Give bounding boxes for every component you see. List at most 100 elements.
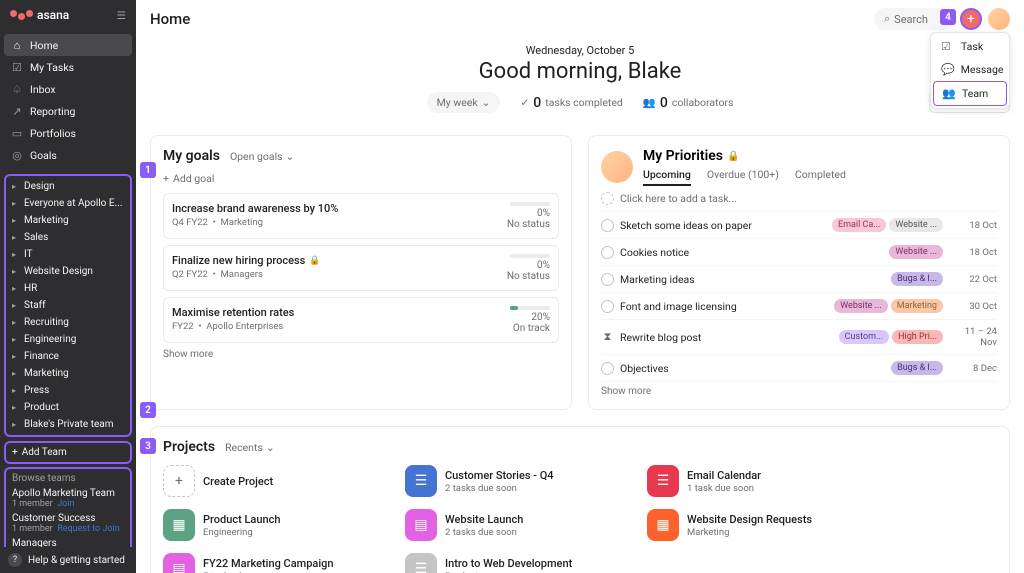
team-row[interactable]: ▸Website Design bbox=[6, 263, 130, 280]
team-row[interactable]: ▸ HR bbox=[6, 280, 130, 297]
nav-portfolios[interactable]: ▭Portfolios bbox=[0, 122, 136, 144]
task-checkbox[interactable] bbox=[601, 273, 614, 286]
browse-team-action[interactable]: Request to Join bbox=[57, 524, 119, 534]
team-row[interactable]: ▸Marketing bbox=[6, 365, 130, 382]
team-row[interactable]: ▸Staff bbox=[6, 297, 130, 314]
project-item[interactable]: ☰Customer Stories - Q42 tasks due soon bbox=[405, 465, 635, 497]
task-tag[interactable]: High Pri... bbox=[892, 330, 943, 344]
team-row[interactable]: ▸Engineering bbox=[6, 331, 130, 348]
team-row[interactable]: ▸Press bbox=[6, 382, 130, 399]
nav-inbox[interactable]: ♤Inbox bbox=[0, 78, 136, 100]
goal-status: On track bbox=[510, 323, 550, 334]
open-goals-dropdown[interactable]: Open goals⌄ bbox=[230, 150, 294, 163]
task-tag[interactable]: Bugs & I... bbox=[891, 361, 943, 375]
task-name[interactable]: Cookies notice bbox=[620, 246, 883, 259]
team-row[interactable]: ▸Product bbox=[6, 399, 130, 416]
browse-team-action[interactable]: Join bbox=[57, 499, 74, 509]
task-row[interactable]: Marketing ideasBugs & I...22 Oct bbox=[601, 266, 997, 293]
task-tag[interactable]: Custom... bbox=[839, 330, 889, 344]
create-message-item[interactable]: 💬Message bbox=[933, 58, 1007, 81]
add-team-button[interactable]: + Add Team bbox=[4, 441, 132, 464]
team-row[interactable]: ▸Design bbox=[6, 178, 130, 195]
goal-progress-bar bbox=[510, 306, 550, 310]
team-row[interactable]: ▸Everyone at Apollo E... bbox=[6, 195, 130, 212]
task-checkbox[interactable] bbox=[601, 300, 614, 313]
task-tag[interactable]: Bugs & I... bbox=[891, 272, 943, 286]
dd-label: Team bbox=[962, 87, 988, 100]
project-name: Website Launch bbox=[445, 513, 523, 526]
goals-show-more[interactable]: Show more bbox=[163, 349, 559, 360]
app-logo[interactable]: asana bbox=[10, 8, 69, 22]
browse-team-item[interactable]: Managers4 members Join bbox=[12, 538, 124, 547]
create-task-item[interactable]: ☑Task bbox=[933, 35, 1007, 58]
create-team-item[interactable]: 👥Team bbox=[933, 81, 1007, 106]
tab-upcoming[interactable]: Upcoming bbox=[643, 168, 691, 186]
task-checkbox[interactable] bbox=[601, 219, 614, 232]
task-tag[interactable]: Email Ca... bbox=[832, 218, 886, 232]
nav-home[interactable]: ⌂Home bbox=[4, 34, 132, 56]
task-name[interactable]: Marketing ideas bbox=[620, 273, 885, 286]
task-tags: Website ...Marketing bbox=[834, 299, 943, 313]
nav-goals[interactable]: ◎Goals bbox=[0, 144, 136, 166]
task-tags: Bugs & I... bbox=[891, 361, 943, 375]
recents-dropdown[interactable]: Recents⌄ bbox=[225, 441, 275, 454]
team-row[interactable]: ▸Marketing bbox=[6, 212, 130, 229]
task-name[interactable]: Font and image licensing bbox=[620, 300, 828, 313]
task-checkbox[interactable] bbox=[601, 192, 614, 205]
nav-mytasks[interactable]: ☑My Tasks bbox=[0, 56, 136, 78]
priorities-show-more[interactable]: Show more bbox=[601, 386, 997, 397]
team-row[interactable]: ▸Finance bbox=[6, 348, 130, 365]
project-item[interactable]: ☰Email Calendar1 task due soon bbox=[647, 465, 877, 497]
global-create-button[interactable]: + bbox=[960, 8, 982, 30]
team-row[interactable]: ▸Sales bbox=[6, 229, 130, 246]
goal-item[interactable]: Finalize new hiring process 🔒Q2 FY22 • M… bbox=[163, 245, 559, 291]
profile-avatar[interactable] bbox=[988, 8, 1010, 30]
browse-team-item[interactable]: Apollo Marketing Team1 member Join bbox=[12, 488, 124, 509]
task-tag[interactable]: Marketing bbox=[891, 299, 943, 313]
collapse-sidebar-icon[interactable]: ☰ bbox=[117, 9, 126, 22]
task-name[interactable]: Rewrite blog post bbox=[620, 331, 833, 344]
team-row[interactable]: ▸Recruiting bbox=[6, 314, 130, 331]
task-tag[interactable]: Website ... bbox=[834, 299, 888, 313]
task-name[interactable]: Objectives bbox=[620, 362, 885, 375]
chevron-right-icon: ▸ bbox=[12, 284, 20, 293]
project-item[interactable]: ▤FY22 Marketing Campaign5 tasks due soon bbox=[163, 553, 393, 573]
task-row[interactable]: ⧗Rewrite blog postCustom...High Pri...11… bbox=[601, 320, 997, 355]
project-item[interactable]: ▦Product LaunchEngineering bbox=[163, 509, 393, 541]
myweek-dropdown[interactable]: My week⌄ bbox=[427, 92, 501, 113]
add-task-row[interactable]: Click here to add a task... bbox=[601, 186, 997, 212]
create-project-button[interactable]: + Create Project bbox=[163, 465, 393, 497]
project-item[interactable]: ▦Website Design RequestsMarketing bbox=[647, 509, 877, 541]
message-icon: 💬 bbox=[941, 63, 955, 76]
check-circle-icon: ☑ bbox=[10, 60, 24, 74]
add-goal-button[interactable]: +Add goal bbox=[163, 172, 559, 185]
task-row[interactable]: Cookies noticeWebsite ...18 Oct bbox=[601, 239, 997, 266]
task-checkbox[interactable] bbox=[601, 246, 614, 259]
team-row[interactable]: ▸IT bbox=[6, 246, 130, 263]
nav-reporting[interactable]: ↗Reporting bbox=[0, 100, 136, 122]
help-button[interactable]: ? Help & getting started bbox=[0, 547, 136, 573]
task-row[interactable]: ObjectivesBugs & I...8 Dec bbox=[601, 355, 997, 382]
goal-status: No status bbox=[507, 271, 550, 282]
task-name[interactable]: Sketch some ideas on paper bbox=[620, 219, 826, 232]
add-team-label: Add Team bbox=[22, 447, 67, 458]
tab-overdue[interactable]: Overdue (100+) bbox=[707, 168, 779, 186]
team-row[interactable]: ▸Blake's Private team bbox=[6, 416, 130, 433]
project-item[interactable]: ☰Intro to Web DevelopmentProduct bbox=[405, 553, 635, 573]
task-tag[interactable]: Website ... bbox=[889, 218, 943, 232]
browse-team-item[interactable]: Customer Success1 member Request to Join bbox=[12, 513, 124, 534]
tab-completed[interactable]: Completed bbox=[795, 168, 846, 186]
task-tags: Email Ca...Website ... bbox=[832, 218, 943, 232]
task-row[interactable]: Sketch some ideas on paper Email Ca...Web… bbox=[601, 212, 997, 239]
goal-item[interactable]: Maximise retention rates FY22 • Apollo E… bbox=[163, 297, 559, 343]
goal-item[interactable]: Increase brand awareness by 10% Q4 FY22 … bbox=[163, 193, 559, 239]
task-tag[interactable]: Website ... bbox=[889, 245, 943, 259]
chevron-down-icon: ⌄ bbox=[266, 441, 275, 454]
team-name: HR bbox=[24, 283, 37, 294]
task-row[interactable]: Font and image licensing Website ...Marke… bbox=[601, 293, 997, 320]
browse-team-meta: 1 member Request to Join bbox=[12, 524, 124, 534]
task-checkbox[interactable] bbox=[601, 362, 614, 375]
project-item[interactable]: ▤Website Launch2 tasks due soon bbox=[405, 509, 635, 541]
browse-team-meta: 1 member Join bbox=[12, 499, 124, 509]
project-name: Website Design Requests bbox=[687, 513, 812, 526]
